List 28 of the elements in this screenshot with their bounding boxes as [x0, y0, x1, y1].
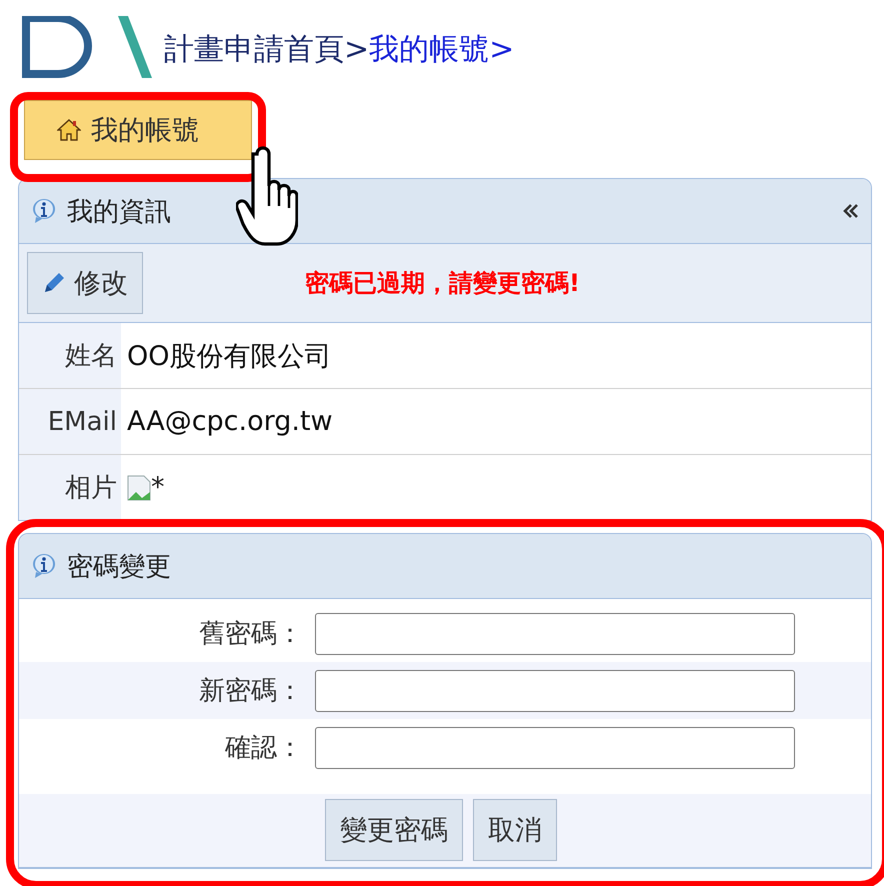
breadcrumb-link[interactable]: 我的帳號>: [369, 29, 514, 70]
password-field[interactable]: [315, 612, 795, 654]
broken-image-icon: [127, 474, 151, 500]
required-mark: *: [151, 472, 164, 503]
panel-title: 我的資訊: [67, 196, 171, 228]
field-value: OO股份有限公司: [127, 340, 332, 374]
breadcrumb-link[interactable]: 計畫申請首頁>: [164, 29, 370, 70]
edit-button[interactable]: 修改: [27, 252, 143, 314]
info-icon: [31, 198, 57, 224]
form-button[interactable]: 取消: [473, 799, 557, 861]
house-icon: [57, 118, 81, 142]
field-label: 姓名: [19, 323, 121, 388]
panel-title: 密碼變更: [67, 550, 171, 584]
password-field[interactable]: [315, 726, 795, 768]
account-button[interactable]: 我的帳號: [24, 100, 252, 160]
password-field[interactable]: [315, 670, 795, 712]
collapse-icon[interactable]: [843, 203, 859, 219]
form-button[interactable]: 變更密碼: [325, 799, 463, 861]
field-value: AA@cpc.org.tw: [127, 406, 333, 437]
field-label: EMail: [19, 389, 121, 454]
field-label: 確認：: [224, 732, 304, 765]
logo-icon: [22, 16, 154, 78]
field-label: 相片: [19, 455, 121, 520]
error-message: 密碼已過期，請變更密碼!: [305, 268, 580, 299]
field-label: 舊密碼：: [198, 618, 304, 651]
field-label: 新密碼：: [198, 675, 304, 708]
pencil-icon: [42, 271, 66, 295]
info-icon: [31, 553, 57, 579]
